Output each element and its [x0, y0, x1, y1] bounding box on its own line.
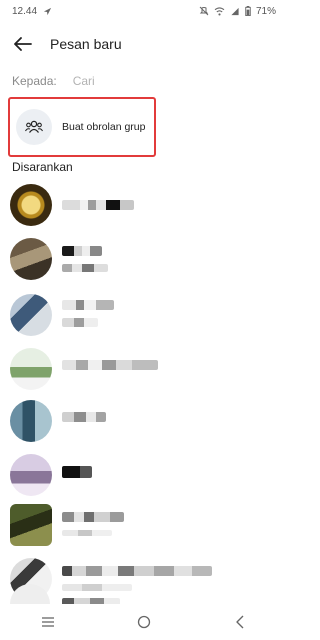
battery-percent: 71% — [255, 5, 276, 17]
back-icon — [236, 615, 244, 629]
contact-name-pixelated — [62, 512, 124, 522]
avatar — [10, 504, 52, 546]
status-left: 12.44 — [12, 6, 52, 17]
home-button[interactable] — [124, 607, 164, 637]
contact-name-pixelated — [62, 566, 212, 576]
system-back-button[interactable] — [220, 607, 260, 637]
avatar — [10, 184, 52, 226]
contact-subtitle-pixelated — [62, 264, 108, 272]
status-bar: 12.44 71% — [0, 0, 288, 22]
avatar — [10, 238, 52, 280]
menu-icon — [42, 617, 54, 627]
avatar — [10, 454, 52, 496]
search-input[interactable] — [72, 74, 253, 88]
status-right: 71% — [199, 6, 276, 17]
navigation-icon — [43, 7, 52, 16]
contact-name-pixelated — [62, 466, 92, 478]
contact-name-pixelated — [62, 412, 106, 422]
app-bar: Pesan baru — [0, 26, 288, 62]
contact-name-pixelated — [62, 360, 158, 370]
contact-name-pixelated — [62, 300, 114, 310]
suggested-heading: Disarankan — [12, 160, 73, 174]
contact-item[interactable] — [0, 290, 288, 346]
signal-icon — [230, 7, 240, 16]
contact-subtitle-pixelated — [62, 530, 112, 536]
contact-item[interactable] — [0, 344, 288, 400]
arrow-left-icon — [14, 37, 32, 51]
contact-name-pixelated — [62, 200, 134, 210]
contact-name-pixelated — [62, 246, 102, 256]
avatar — [10, 294, 52, 336]
avatar — [10, 348, 52, 390]
battery-icon — [245, 6, 251, 16]
home-icon — [137, 615, 151, 629]
contact-item[interactable] — [0, 180, 288, 236]
contact-item[interactable] — [0, 234, 288, 290]
page-title: Pesan baru — [50, 36, 122, 52]
contact-item[interactable] — [0, 500, 288, 556]
create-group-chat-label: Buat obrolan grup — [62, 121, 146, 133]
people-icon — [16, 109, 52, 145]
mute-icon — [199, 6, 209, 16]
status-time: 12.44 — [12, 5, 38, 17]
contact-item[interactable] — [0, 396, 288, 452]
recipient-label: Kepada: — [12, 74, 57, 88]
recipient-row: Kepada: — [12, 70, 276, 92]
back-button[interactable] — [6, 27, 40, 61]
contact-item[interactable] — [0, 450, 288, 506]
wifi-icon — [214, 6, 225, 16]
system-nav-bar — [0, 604, 288, 640]
recent-apps-button[interactable] — [28, 607, 68, 637]
avatar — [10, 400, 52, 442]
contact-subtitle-pixelated — [62, 318, 98, 327]
create-group-chat-button[interactable]: Buat obrolan grup — [8, 97, 156, 157]
